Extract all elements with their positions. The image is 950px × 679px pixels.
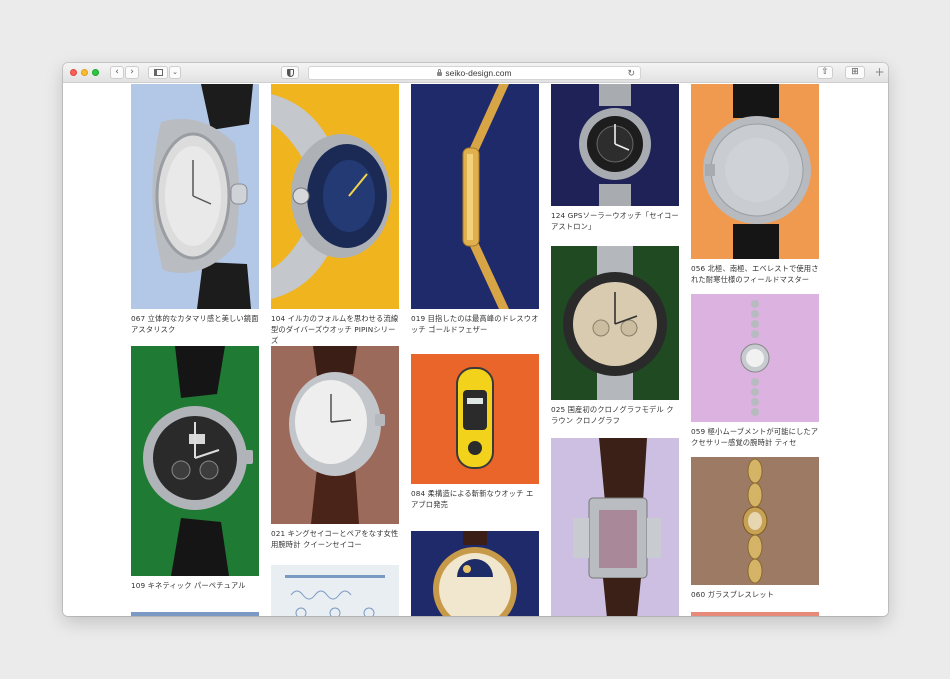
card-caption: 021 キングセイコーとペアをなす女性用腕時計 クイーンセイコー: [271, 529, 399, 549]
watch-image: [691, 457, 819, 585]
sidebar-dropdown-button[interactable]: ⌄: [169, 66, 181, 79]
card-caption: 059 極小ムーブメントが可能にしたアクセサリー感覚の腕時計 ティセ: [691, 427, 819, 447]
watch-image: [691, 294, 819, 422]
minimize-window-button[interactable]: [81, 69, 88, 76]
watch-image: [551, 438, 679, 616]
zoom-window-button[interactable]: [92, 69, 99, 76]
close-window-button[interactable]: [70, 69, 77, 76]
card-caption: 060 ガラスブレスレット: [691, 590, 775, 599]
watch-image: [691, 84, 819, 259]
gallery-card[interactable]: 104 イルカのフォルムを思わせる流線型のダイバーズウオッチ PIPINシリーズ: [271, 84, 399, 346]
card-caption: 019 目指したのは最高峰のドレスウオッチ ゴールドフェザー: [411, 314, 539, 334]
browser-window: ‹ › ⌄ seiko-design.com ↻ ⇧ ⊞ + 067 立体的なカ…: [63, 63, 888, 616]
gallery-card[interactable]: [691, 612, 819, 616]
gallery-card[interactable]: 021 キングセイコーとペアをなす女性用腕時計 クイーンセイコー: [271, 346, 399, 550]
gallery-card[interactable]: [411, 531, 539, 616]
watch-image: [551, 246, 679, 400]
card-caption: 109 キネティック パーペチュアル: [131, 581, 246, 590]
watch-image: [411, 354, 539, 484]
watch-image: [411, 531, 539, 616]
card-caption: 025 国産初のクロノグラフモデル クラウン クロノグラフ: [551, 405, 674, 425]
watch-image: [131, 346, 259, 576]
url-text: seiko-design.com: [445, 68, 512, 78]
sidebar-toggle-button[interactable]: [148, 66, 168, 79]
gallery-card[interactable]: 084 柔構造による斬新なウオッチ エアブロ発売: [411, 354, 539, 510]
card-caption: 084 柔構造による斬新なウオッチ エアブロ発売: [411, 489, 534, 509]
page-content: 067 立体的なカタマリ感と美しい鏡面 アスタリスク 109 キネティック パー…: [63, 84, 888, 616]
gallery-card[interactable]: [551, 438, 679, 616]
watch-image: [551, 84, 679, 206]
shield-icon: [286, 69, 294, 77]
lock-icon: [437, 69, 443, 76]
sidebar-icon: [153, 69, 163, 76]
gallery-card[interactable]: [271, 565, 399, 616]
gallery-card[interactable]: 067 立体的なカタマリ感と美しい鏡面 アスタリスク: [131, 84, 259, 335]
gallery-card[interactable]: 124 GPSソーラーウオッチ「セイコー アストロン」: [551, 84, 679, 232]
watch-image: [131, 612, 259, 616]
forward-button[interactable]: ›: [125, 66, 139, 79]
watch-image: [411, 84, 539, 309]
browser-toolbar: ‹ › ⌄ seiko-design.com ↻ ⇧ ⊞ +: [63, 63, 888, 83]
watch-image: [271, 565, 399, 616]
gallery-card[interactable]: 056 北極、南極、エベレストで使用された耐寒仕様のフィールドマスター: [691, 84, 819, 285]
share-button[interactable]: ⇧: [817, 66, 833, 79]
watch-image: [131, 84, 259, 309]
gallery-card[interactable]: [131, 612, 259, 616]
privacy-report-button[interactable]: [281, 66, 299, 79]
watch-image: [271, 346, 399, 524]
back-button[interactable]: ‹: [110, 66, 124, 79]
card-caption: 056 北極、南極、エベレストで使用された耐寒仕様のフィールドマスター: [691, 264, 819, 284]
new-tab-button[interactable]: +: [871, 66, 888, 80]
address-bar[interactable]: seiko-design.com ↻: [308, 66, 641, 80]
card-caption: 104 イルカのフォルムを思わせる流線型のダイバーズウオッチ PIPINシリーズ: [271, 314, 399, 345]
watch-image: [691, 612, 819, 616]
card-caption: 124 GPSソーラーウオッチ「セイコー アストロン」: [551, 211, 679, 231]
reload-icon[interactable]: ↻: [627, 67, 635, 79]
card-caption: 067 立体的なカタマリ感と美しい鏡面 アスタリスク: [131, 314, 259, 334]
gallery-card[interactable]: 019 目指したのは最高峰のドレスウオッチ ゴールドフェザー: [411, 84, 539, 335]
gallery-card[interactable]: 025 国産初のクロノグラフモデル クラウン クロノグラフ: [551, 246, 679, 426]
gallery-card[interactable]: 059 極小ムーブメントが可能にしたアクセサリー感覚の腕時計 ティセ: [691, 294, 819, 448]
tab-overview-button[interactable]: ⊞: [845, 66, 865, 79]
gallery-card[interactable]: 109 キネティック パーペチュアル: [131, 346, 259, 591]
gallery-card[interactable]: 060 ガラスブレスレット: [691, 457, 819, 600]
watch-image: [271, 84, 399, 309]
